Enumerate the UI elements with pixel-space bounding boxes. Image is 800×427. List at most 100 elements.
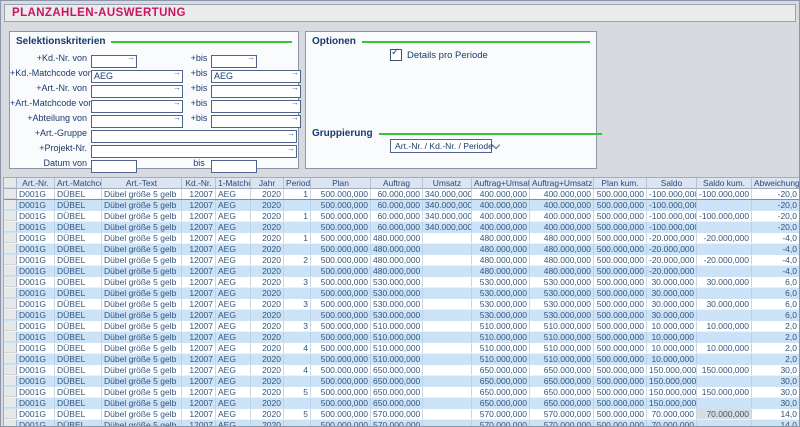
table-row[interactable]: D001GDÜBELDübel größe 5 gelb12007AEG2020… [4, 409, 799, 420]
row-selector-cell[interactable] [4, 189, 17, 199]
table-row[interactable]: D001GDÜBELDübel größe 5 gelb12007AEG2020… [4, 211, 799, 222]
row-selector-cell[interactable] [4, 354, 17, 364]
projekt-nr-value-wrap: → [91, 142, 297, 155]
details-pro-periode-checkbox[interactable]: ✓ [390, 49, 402, 61]
lookup-arrow-icon[interactable]: → [291, 82, 299, 93]
table-row[interactable]: D001GDÜBELDübel größe 5 gelb12007AEG2020… [4, 244, 799, 255]
table-row[interactable]: D001GDÜBELDübel größe 5 gelb12007AEG2020… [4, 266, 799, 277]
table-row[interactable]: D001GDÜBELDübel größe 5 gelb12007AEG2020… [4, 310, 799, 321]
lookup-arrow-icon[interactable]: → [173, 112, 181, 123]
column-header[interactable]: Auftrag+Umsatz kum. [530, 178, 594, 188]
table-cell: 2020 [251, 332, 284, 342]
table-row[interactable]: D001GDÜBELDübel größe 5 gelb12007AEG2020… [4, 255, 799, 266]
row-selector-cell[interactable] [4, 211, 17, 221]
table-cell: Dübel größe 5 gelb [102, 288, 182, 298]
datum-from-input[interactable] [91, 160, 137, 173]
table-cell [697, 354, 752, 364]
lookup-arrow-icon[interactable]: → [173, 82, 181, 93]
table-row[interactable]: D001GDÜBELDübel größe 5 gelb12007AEG2020… [4, 189, 799, 200]
table-row[interactable]: D001GDÜBELDübel größe 5 gelb12007AEG2020… [4, 332, 799, 343]
lookup-arrow-icon[interactable]: → [287, 143, 295, 154]
row-selector-cell[interactable] [4, 332, 17, 342]
row-selector-cell[interactable] [4, 255, 17, 265]
table-cell: -20,0 [752, 189, 799, 199]
column-header[interactable]: Plan [311, 178, 371, 188]
table-cell: 12007 [182, 189, 216, 199]
table-cell: Dübel größe 5 gelb [102, 211, 182, 221]
lookup-arrow-icon[interactable]: → [291, 112, 299, 123]
row-selector-header[interactable] [4, 178, 17, 188]
row-selector-cell[interactable] [4, 288, 17, 298]
table-row[interactable]: D001GDÜBELDübel größe 5 gelb12007AEG2020… [4, 200, 799, 211]
table-cell: 650.000,000 [530, 376, 594, 386]
table-cell [697, 332, 752, 342]
table-cell: 6,0 [752, 299, 799, 309]
row-selector-cell[interactable] [4, 299, 17, 309]
column-header[interactable]: Auftrag+Umsatz [472, 178, 530, 188]
column-header[interactable]: Art.-Matchcode [55, 178, 102, 188]
table-row[interactable]: D001GDÜBELDübel größe 5 gelb12007AEG2020… [4, 343, 799, 354]
lookup-arrow-icon[interactable]: → [127, 52, 135, 63]
table-row[interactable]: D001GDÜBELDübel größe 5 gelb12007AEG2020… [4, 420, 799, 426]
row-selector-cell[interactable] [4, 321, 17, 331]
table-cell: 4 [284, 343, 311, 353]
column-header[interactable]: Art.-Nr. [17, 178, 55, 188]
column-header[interactable]: Umsatz [423, 178, 472, 188]
table-cell: 500.000,000 [594, 200, 647, 210]
grouping-dropdown[interactable]: Art.-Nr. / Kd.-Nr. / Periode [390, 139, 492, 153]
lookup-arrow-icon[interactable]: → [247, 52, 255, 63]
column-header[interactable]: Kd.-Nr. [182, 178, 216, 188]
kd-nr-from-wrap: → [91, 51, 137, 64]
column-header[interactable]: Art.-Text [102, 178, 182, 188]
row-selector-cell[interactable] [4, 409, 17, 419]
row-selector-cell[interactable] [4, 343, 17, 353]
lookup-arrow-icon[interactable]: → [173, 67, 181, 78]
table-cell [284, 398, 311, 408]
table-cell: Dübel größe 5 gelb [102, 343, 182, 353]
row-selector-cell[interactable] [4, 222, 17, 232]
table-row[interactable]: D001GDÜBELDübel größe 5 gelb12007AEG2020… [4, 277, 799, 288]
datum-to-input[interactable] [211, 160, 257, 173]
table-row[interactable]: D001GDÜBELDübel größe 5 gelb12007AEG2020… [4, 376, 799, 387]
table-cell [423, 244, 472, 254]
table-row[interactable]: D001GDÜBELDübel größe 5 gelb12007AEG2020… [4, 354, 799, 365]
column-header[interactable]: Jahr [251, 178, 284, 188]
table-cell: 510.000,000 [472, 343, 530, 353]
column-header[interactable]: Plan kum. [594, 178, 647, 188]
table-row[interactable]: D001GDÜBELDübel größe 5 gelb12007AEG2020… [4, 299, 799, 310]
table-cell: 500.000,000 [311, 299, 371, 309]
lookup-arrow-icon[interactable]: → [291, 97, 299, 108]
row-selector-cell[interactable] [4, 398, 17, 408]
table-row[interactable]: D001GDÜBELDübel größe 5 gelb12007AEG2020… [4, 387, 799, 398]
row-selector-cell[interactable] [4, 387, 17, 397]
row-selector-cell[interactable] [4, 244, 17, 254]
row-selector-cell[interactable] [4, 266, 17, 276]
column-header[interactable]: 1-Matchcoc [216, 178, 251, 188]
column-header[interactable]: Periode [284, 178, 311, 188]
row-selector-cell[interactable] [4, 376, 17, 386]
row-selector-cell[interactable] [4, 277, 17, 287]
lookup-arrow-icon[interactable]: → [287, 128, 295, 139]
table-cell [423, 321, 472, 331]
table-row[interactable]: D001GDÜBELDübel größe 5 gelb12007AEG2020… [4, 398, 799, 409]
lookup-arrow-icon[interactable]: → [173, 97, 181, 108]
table-row[interactable]: D001GDÜBELDübel größe 5 gelb12007AEG2020… [4, 321, 799, 332]
row-selector-cell[interactable] [4, 200, 17, 210]
table-cell: 480.000,000 [530, 233, 594, 243]
column-header[interactable]: Auftrag [371, 178, 423, 188]
row-selector-cell[interactable] [4, 233, 17, 243]
table-cell: 530.000,000 [530, 310, 594, 320]
column-header[interactable]: Abweichung in % [752, 178, 799, 188]
row-selector-cell[interactable] [4, 420, 17, 426]
column-header[interactable]: Saldo kum. [697, 178, 752, 188]
lookup-arrow-icon[interactable]: → [291, 67, 299, 78]
table-row[interactable]: D001GDÜBELDübel größe 5 gelb12007AEG2020… [4, 288, 799, 299]
row-selector-cell[interactable] [4, 310, 17, 320]
table-row[interactable]: D001GDÜBELDübel größe 5 gelb12007AEG2020… [4, 222, 799, 233]
table-row[interactable]: D001GDÜBELDübel größe 5 gelb12007AEG2020… [4, 233, 799, 244]
art-gruppe-value-wrap: → [91, 127, 297, 140]
table-row[interactable]: D001GDÜBELDübel größe 5 gelb12007AEG2020… [4, 365, 799, 376]
column-header[interactable]: Saldo [647, 178, 697, 188]
row-selector-cell[interactable] [4, 365, 17, 375]
options-heading: Optionen [312, 36, 356, 47]
